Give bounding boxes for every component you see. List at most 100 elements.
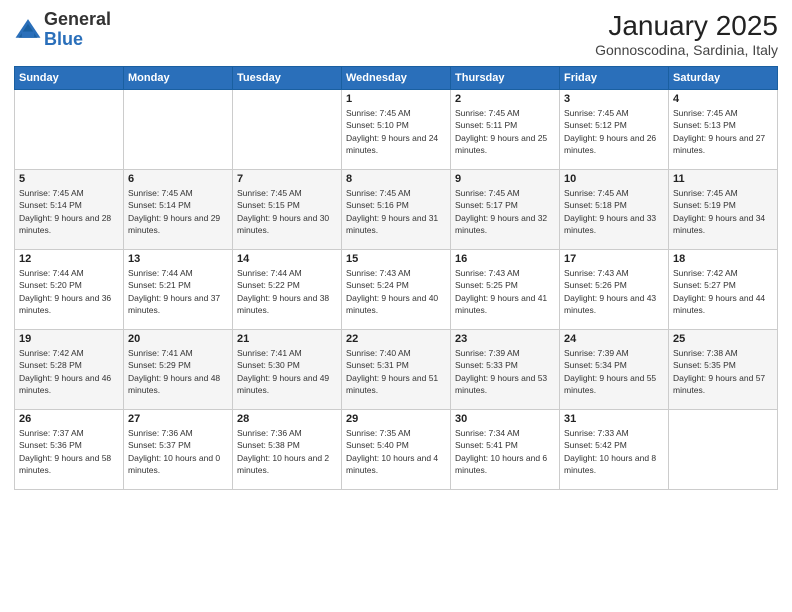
title-block: January 2025 Gonnoscodina, Sardinia, Ita… xyxy=(595,10,778,58)
day-info: Sunrise: 7:33 AM Sunset: 5:42 PM Dayligh… xyxy=(564,427,664,476)
day-info: Sunrise: 7:45 AM Sunset: 5:13 PM Dayligh… xyxy=(673,107,773,156)
day-info: Sunrise: 7:45 AM Sunset: 5:16 PM Dayligh… xyxy=(346,187,446,236)
calendar-cell: 6 Sunrise: 7:45 AM Sunset: 5:14 PM Daylig… xyxy=(124,170,233,250)
day-info: Sunrise: 7:40 AM Sunset: 5:31 PM Dayligh… xyxy=(346,347,446,396)
week-row-3: 12Sunrise: 7:44 AM Sunset: 5:20 PM Dayli… xyxy=(15,250,778,330)
calendar-cell: 26Sunrise: 7:37 AM Sunset: 5:36 PM Dayli… xyxy=(15,410,124,490)
day-number: 21 xyxy=(237,333,337,345)
day-info: Sunrise: 7:44 AM Sunset: 5:20 PM Dayligh… xyxy=(19,267,119,316)
day-info: Sunrise: 7:35 AM Sunset: 5:40 PM Dayligh… xyxy=(346,427,446,476)
day-number: 23 xyxy=(455,333,555,345)
calendar-cell: 31 Sunrise: 7:33 AM Sunset: 5:42 PM Dayli… xyxy=(560,410,669,490)
day-number: 8 xyxy=(346,173,446,185)
calendar-cell: 13Sunrise: 7:44 AM Sunset: 5:21 PM Dayli… xyxy=(124,250,233,330)
calendar-cell xyxy=(124,90,233,170)
day-info: Sunrise: 7:45 AM Sunset: 5:14 PM Dayligh… xyxy=(128,187,228,236)
day-info: Sunrise: 7:43 AM Sunset: 5:25 PM Dayligh… xyxy=(455,267,555,316)
calendar-cell: 17Sunrise: 7:43 AM Sunset: 5:26 PM Dayli… xyxy=(560,250,669,330)
calendar-cell: 1Sunrise: 7:45 AM Sunset: 5:10 PM Daylig… xyxy=(342,90,451,170)
day-info: Sunrise: 7:42 AM Sunset: 5:28 PM Dayligh… xyxy=(19,347,119,396)
logo-blue-text: Blue xyxy=(44,29,83,49)
day-number: 15 xyxy=(346,253,446,265)
calendar-cell xyxy=(15,90,124,170)
calendar-cell: 14 Sunrise: 7:44 AM Sunset: 5:22 PM Dayli… xyxy=(233,250,342,330)
day-info: Sunrise: 7:45 AM Sunset: 5:17 PM Dayligh… xyxy=(455,187,555,236)
day-number: 9 xyxy=(455,173,555,185)
calendar-table: Sunday Monday Tuesday Wednesday Thursday… xyxy=(14,66,778,490)
calendar-cell: 29 Sunrise: 7:35 AM Sunset: 5:40 PM Dayli… xyxy=(342,410,451,490)
week-row-4: 19Sunrise: 7:42 AM Sunset: 5:28 PM Dayli… xyxy=(15,330,778,410)
day-info: Sunrise: 7:38 AM Sunset: 5:35 PM Dayligh… xyxy=(673,347,773,396)
calendar-title: January 2025 xyxy=(595,10,778,42)
calendar-cell: 20 Sunrise: 7:41 AM Sunset: 5:29 PM Dayli… xyxy=(124,330,233,410)
day-info: Sunrise: 7:43 AM Sunset: 5:26 PM Dayligh… xyxy=(564,267,664,316)
calendar-cell: 23 Sunrise: 7:39 AM Sunset: 5:33 PM Dayli… xyxy=(451,330,560,410)
day-number: 2 xyxy=(455,93,555,105)
calendar-cell: 11 Sunrise: 7:45 AM Sunset: 5:19 PM Dayli… xyxy=(669,170,778,250)
calendar-cell: 18 Sunrise: 7:42 AM Sunset: 5:27 PM Dayli… xyxy=(669,250,778,330)
week-row-2: 5 Sunrise: 7:45 AM Sunset: 5:14 PM Daylig… xyxy=(15,170,778,250)
day-info: Sunrise: 7:36 AM Sunset: 5:37 PM Dayligh… xyxy=(128,427,228,476)
day-info: Sunrise: 7:45 AM Sunset: 5:12 PM Dayligh… xyxy=(564,107,664,156)
day-info: Sunrise: 7:45 AM Sunset: 5:11 PM Dayligh… xyxy=(455,107,555,156)
day-number: 29 xyxy=(346,413,446,425)
day-number: 22 xyxy=(346,333,446,345)
header: General Blue January 2025 Gonnoscodina, … xyxy=(14,10,778,58)
calendar-cell xyxy=(233,90,342,170)
day-number: 18 xyxy=(673,253,773,265)
day-info: Sunrise: 7:45 AM Sunset: 5:19 PM Dayligh… xyxy=(673,187,773,236)
day-number: 31 xyxy=(564,413,664,425)
day-info: Sunrise: 7:44 AM Sunset: 5:21 PM Dayligh… xyxy=(128,267,228,316)
day-info: Sunrise: 7:41 AM Sunset: 5:29 PM Dayligh… xyxy=(128,347,228,396)
calendar-cell: 15 Sunrise: 7:43 AM Sunset: 5:24 PM Dayli… xyxy=(342,250,451,330)
calendar-subtitle: Gonnoscodina, Sardinia, Italy xyxy=(595,42,778,58)
day-number: 7 xyxy=(237,173,337,185)
day-number: 28 xyxy=(237,413,337,425)
day-number: 3 xyxy=(564,93,664,105)
day-number: 10 xyxy=(564,173,664,185)
day-number: 14 xyxy=(237,253,337,265)
header-wednesday: Wednesday xyxy=(342,67,451,90)
calendar-cell: 25 Sunrise: 7:38 AM Sunset: 5:35 PM Dayli… xyxy=(669,330,778,410)
day-info: Sunrise: 7:37 AM Sunset: 5:36 PM Dayligh… xyxy=(19,427,119,476)
calendar-cell: 7 Sunrise: 7:45 AM Sunset: 5:15 PM Daylig… xyxy=(233,170,342,250)
calendar-cell: 9 Sunrise: 7:45 AM Sunset: 5:17 PM Daylig… xyxy=(451,170,560,250)
day-number: 30 xyxy=(455,413,555,425)
day-info: Sunrise: 7:42 AM Sunset: 5:27 PM Dayligh… xyxy=(673,267,773,316)
day-info: Sunrise: 7:39 AM Sunset: 5:33 PM Dayligh… xyxy=(455,347,555,396)
calendar-cell: 22 Sunrise: 7:40 AM Sunset: 5:31 PM Dayli… xyxy=(342,330,451,410)
day-info: Sunrise: 7:45 AM Sunset: 5:15 PM Dayligh… xyxy=(237,187,337,236)
day-info: Sunrise: 7:34 AM Sunset: 5:41 PM Dayligh… xyxy=(455,427,555,476)
calendar-cell: 19Sunrise: 7:42 AM Sunset: 5:28 PM Dayli… xyxy=(15,330,124,410)
day-number: 6 xyxy=(128,173,228,185)
day-info: Sunrise: 7:45 AM Sunset: 5:10 PM Dayligh… xyxy=(346,107,446,156)
calendar-cell xyxy=(669,410,778,490)
calendar-cell: 10Sunrise: 7:45 AM Sunset: 5:18 PM Dayli… xyxy=(560,170,669,250)
day-info: Sunrise: 7:44 AM Sunset: 5:22 PM Dayligh… xyxy=(237,267,337,316)
day-number: 24 xyxy=(564,333,664,345)
day-info: Sunrise: 7:45 AM Sunset: 5:14 PM Dayligh… xyxy=(19,187,119,236)
calendar-cell: 5 Sunrise: 7:45 AM Sunset: 5:14 PM Daylig… xyxy=(15,170,124,250)
calendar-cell: 30 Sunrise: 7:34 AM Sunset: 5:41 PM Dayli… xyxy=(451,410,560,490)
header-saturday: Saturday xyxy=(669,67,778,90)
day-number: 11 xyxy=(673,173,773,185)
logo-general-text: General xyxy=(44,9,111,29)
day-number: 25 xyxy=(673,333,773,345)
day-info: Sunrise: 7:43 AM Sunset: 5:24 PM Dayligh… xyxy=(346,267,446,316)
header-monday: Monday xyxy=(124,67,233,90)
day-info: Sunrise: 7:39 AM Sunset: 5:34 PM Dayligh… xyxy=(564,347,664,396)
day-number: 20 xyxy=(128,333,228,345)
day-number: 5 xyxy=(19,173,119,185)
calendar-cell: 28 Sunrise: 7:36 AM Sunset: 5:38 PM Dayli… xyxy=(233,410,342,490)
header-row: Sunday Monday Tuesday Wednesday Thursday… xyxy=(15,67,778,90)
day-number: 4 xyxy=(673,93,773,105)
logo: General Blue xyxy=(14,10,111,50)
week-row-5: 26Sunrise: 7:37 AM Sunset: 5:36 PM Dayli… xyxy=(15,410,778,490)
calendar-cell: 27Sunrise: 7:36 AM Sunset: 5:37 PM Dayli… xyxy=(124,410,233,490)
header-thursday: Thursday xyxy=(451,67,560,90)
calendar-cell: 21Sunrise: 7:41 AM Sunset: 5:30 PM Dayli… xyxy=(233,330,342,410)
day-info: Sunrise: 7:36 AM Sunset: 5:38 PM Dayligh… xyxy=(237,427,337,476)
calendar-cell: 3 Sunrise: 7:45 AM Sunset: 5:12 PM Daylig… xyxy=(560,90,669,170)
calendar-cell: 8 Sunrise: 7:45 AM Sunset: 5:16 PM Daylig… xyxy=(342,170,451,250)
calendar-cell: 24 Sunrise: 7:39 AM Sunset: 5:34 PM Dayli… xyxy=(560,330,669,410)
